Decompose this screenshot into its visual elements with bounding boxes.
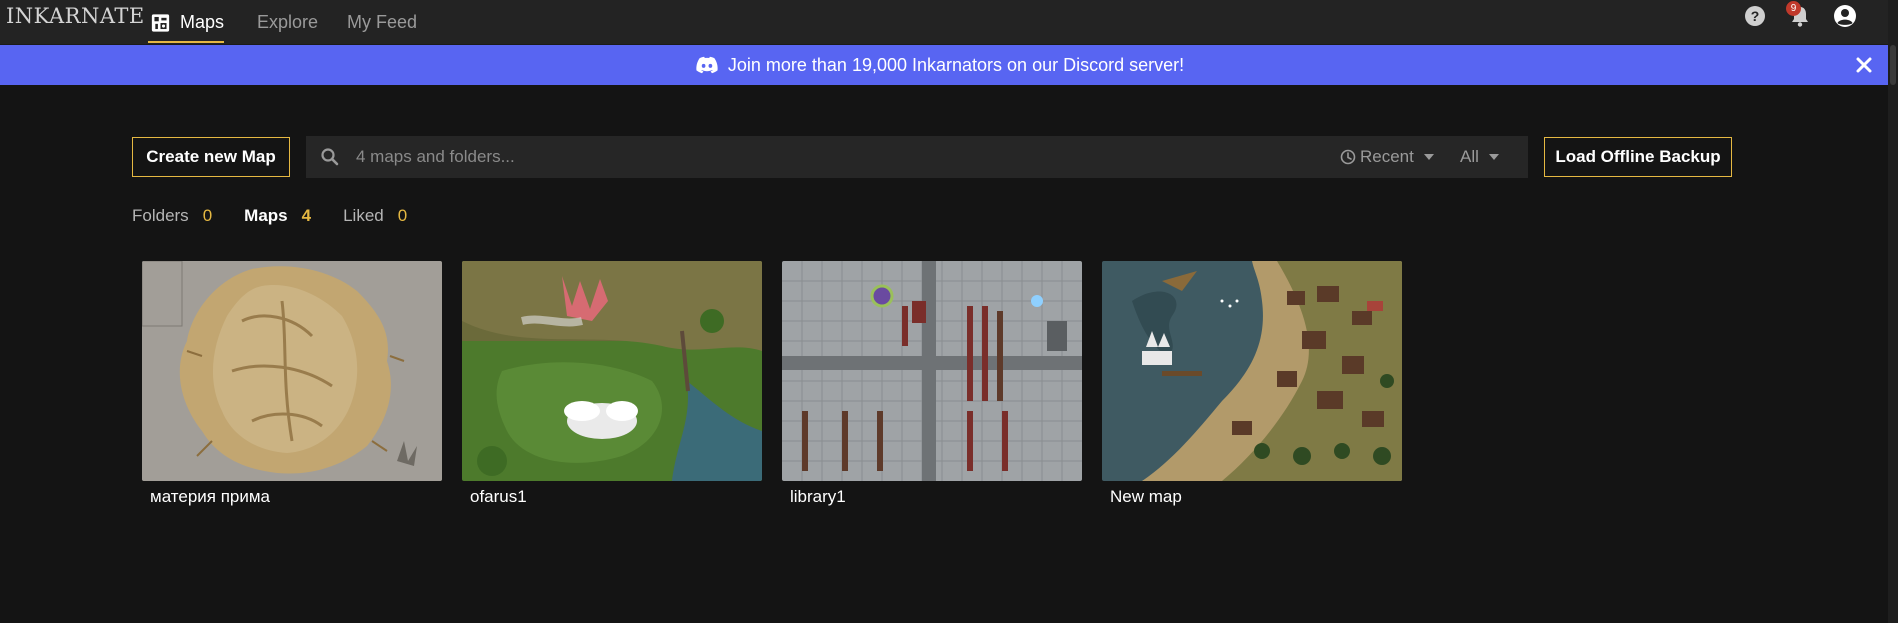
chevron-down-icon [1488, 154, 1499, 160]
help-icon[interactable]: ? [1742, 3, 1768, 29]
notification-badge: 9 [1786, 1, 1801, 16]
map-title[interactable]: материя прима [142, 487, 442, 507]
filter-label: Liked [343, 206, 384, 225]
inkarnate-logo[interactable]: INKARNATE [6, 4, 145, 28]
search-bar: Recent All [306, 136, 1528, 178]
map-card[interactable]: ofarus1 [462, 261, 762, 507]
map-card[interactable]: New map [1102, 261, 1402, 507]
map-title[interactable]: ofarus1 [462, 487, 762, 507]
filter-label: Maps [244, 206, 288, 225]
map-thumbnail[interactable] [1102, 261, 1402, 481]
filter-label: Folders [132, 206, 189, 225]
nav-tab-maps[interactable]: Maps [148, 0, 224, 45]
type-filter-dropdown[interactable]: All [1460, 136, 1499, 178]
scrollbar-thumb[interactable] [1890, 45, 1896, 85]
create-new-map-button[interactable]: Create new Map [132, 137, 290, 177]
scrollbar-track[interactable] [1888, 0, 1898, 623]
nav-tab-my-feed[interactable]: My Feed [347, 0, 417, 45]
sort-dropdown[interactable]: Recent [1340, 136, 1434, 178]
map-title[interactable]: library1 [782, 487, 1082, 507]
sort-label: Recent [1360, 147, 1414, 166]
map-thumbnail[interactable] [462, 261, 762, 481]
map-thumbnail[interactable] [142, 261, 442, 481]
nav-tab-label: Maps [179, 12, 224, 32]
maps-icon [151, 13, 170, 32]
map-card[interactable]: library1 [782, 261, 1082, 507]
filter-count: 0 [397, 206, 408, 225]
close-icon[interactable] [1853, 54, 1875, 76]
search-icon [321, 148, 339, 166]
load-offline-backup-button[interactable]: Load Offline Backup [1544, 137, 1732, 177]
clock-icon [1340, 149, 1356, 165]
nav-tab-explore[interactable]: Explore [257, 0, 318, 45]
filter-count: 4 [301, 206, 312, 225]
filter-count: 0 [202, 206, 213, 225]
discord-banner-text: Join more than 19,000 Inkarnators on our… [727, 54, 1185, 75]
filter-tab-liked[interactable]: Liked 0 [343, 206, 407, 226]
user-account-icon[interactable] [1832, 3, 1858, 29]
chevron-down-icon [1423, 154, 1434, 160]
map-title[interactable]: New map [1102, 487, 1402, 507]
map-thumbnail[interactable] [782, 261, 1082, 481]
svg-text:?: ? [1751, 8, 1760, 24]
filter-tab-folders[interactable]: Folders 0 [132, 206, 212, 226]
content-filter-tabs: Folders 0 Maps 4 Liked 0 [132, 206, 439, 226]
type-filter-label: All [1460, 147, 1479, 166]
top-navbar: INKARNATE Maps Explore My Feed ? 9 [0, 0, 1888, 45]
discord-icon [696, 56, 718, 74]
search-input[interactable] [354, 136, 1354, 178]
map-card[interactable]: материя прима [142, 261, 442, 507]
filter-tab-maps[interactable]: Maps 4 [244, 206, 311, 226]
discord-banner[interactable]: Join more than 19,000 Inkarnators on our… [0, 45, 1888, 85]
